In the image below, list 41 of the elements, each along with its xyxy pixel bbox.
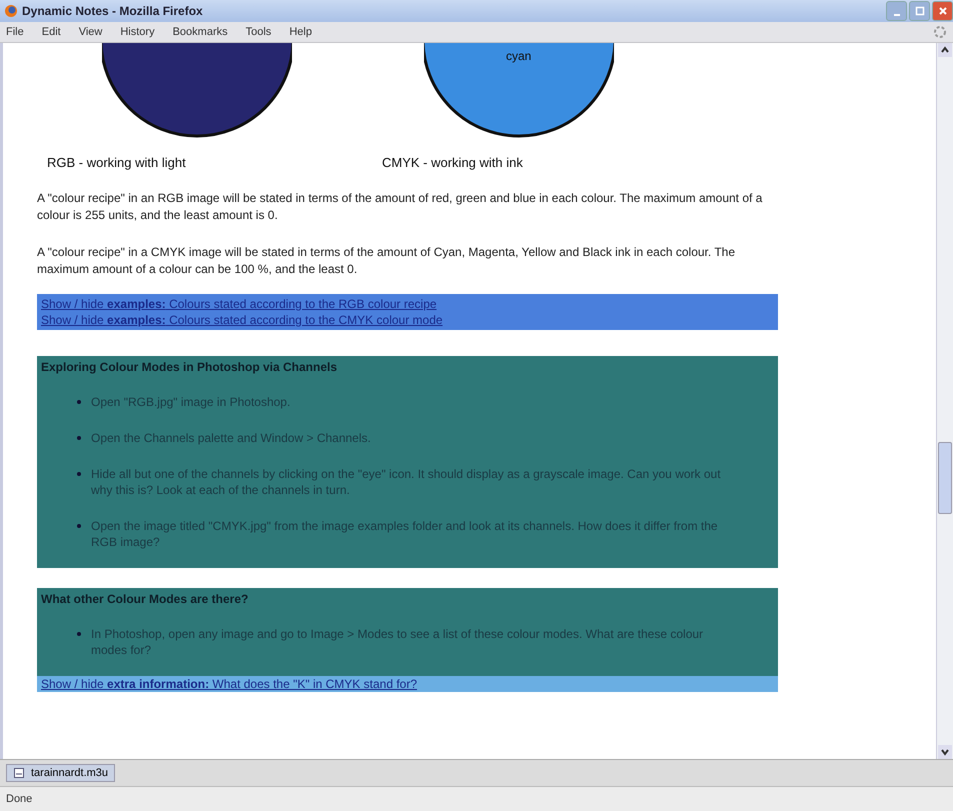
close-icon <box>938 6 948 16</box>
toggle-link[interactable]: Show / hide extra information: What does the "K" in CMYK stand for? <box>41 677 418 691</box>
bullet-icon <box>77 524 81 528</box>
browser-logo-icon <box>4 4 18 18</box>
menu-item[interactable]: Bookmarks <box>172 26 228 38</box>
list-item: Hide all but one of the channels by clicking on the "eye" icon. It should display as a grayscale image. Can you work out why this is? Look at each of the channels in turn. <box>91 466 722 498</box>
bullet-icon <box>77 400 81 404</box>
bullet-icon <box>77 632 81 636</box>
maximize-button[interactable] <box>909 1 930 21</box>
close-button[interactable] <box>932 1 953 21</box>
section-heading: Exploring Colour Modes in Photoshop via Channels <box>41 360 338 374</box>
list-item: Open "RGB.jpg" image in Photoshop. <box>91 394 292 410</box>
bullet-icon <box>77 472 81 476</box>
scroll-thumb[interactable] <box>938 442 952 514</box>
diagram-caption: CMYK - working with ink <box>382 155 523 170</box>
window-title: Dynamic Notes - Mozilla Firefox <box>22 4 203 18</box>
download-item[interactable]: tarainnardt.m3u <box>6 764 116 782</box>
list-item: Open the Channels palette and Window > Channels. <box>91 430 372 446</box>
scroll-up-icon[interactable] <box>938 43 952 57</box>
paragraph: A "colour recipe" in an RGB image will be stated in terms of the amount of red, green and blue in each colour. The maximum amount of a colour is 255 units, and the least amount is 0. <box>37 190 764 224</box>
paragraph: A "colour recipe" in a CMYK image will be stated in terms of the amount of Cyan, Magenta, Yellow and Black ink in each colour. The maximum amount of a colour can be 100 %, and the least 0. <box>37 244 736 278</box>
menu-item[interactable]: Help <box>289 26 312 38</box>
menu-item[interactable]: View <box>78 26 102 38</box>
menu-item[interactable]: File <box>6 26 24 38</box>
scrollbar[interactable] <box>936 43 953 759</box>
menu-item[interactable]: Tools <box>246 26 272 38</box>
bullet-icon <box>77 436 81 440</box>
section-heading: What other Colour Modes are there? <box>41 592 250 606</box>
throbber-icon <box>933 25 947 39</box>
maximize-icon <box>914 6 924 16</box>
list-item: In Photoshop, open any image and go to Image > Modes to see a list of these colour modes. What are these colour modes for? <box>91 626 704 658</box>
minimize-button[interactable] <box>886 1 907 21</box>
scroll-down-icon[interactable] <box>938 745 952 759</box>
list-item: Open the image titled "CMYK.jpg" from the image examples folder and look at its channels. How does it differ from the RGB image? <box>91 518 719 550</box>
minimize-icon <box>894 14 900 16</box>
file-icon <box>13 767 25 779</box>
status-text: Done <box>6 793 32 805</box>
diagram-caption: RGB - working with light <box>47 155 186 170</box>
menu-item[interactable]: History <box>120 26 155 38</box>
menu-item[interactable]: Edit <box>42 26 61 38</box>
circle-label: cyan <box>506 49 532 63</box>
